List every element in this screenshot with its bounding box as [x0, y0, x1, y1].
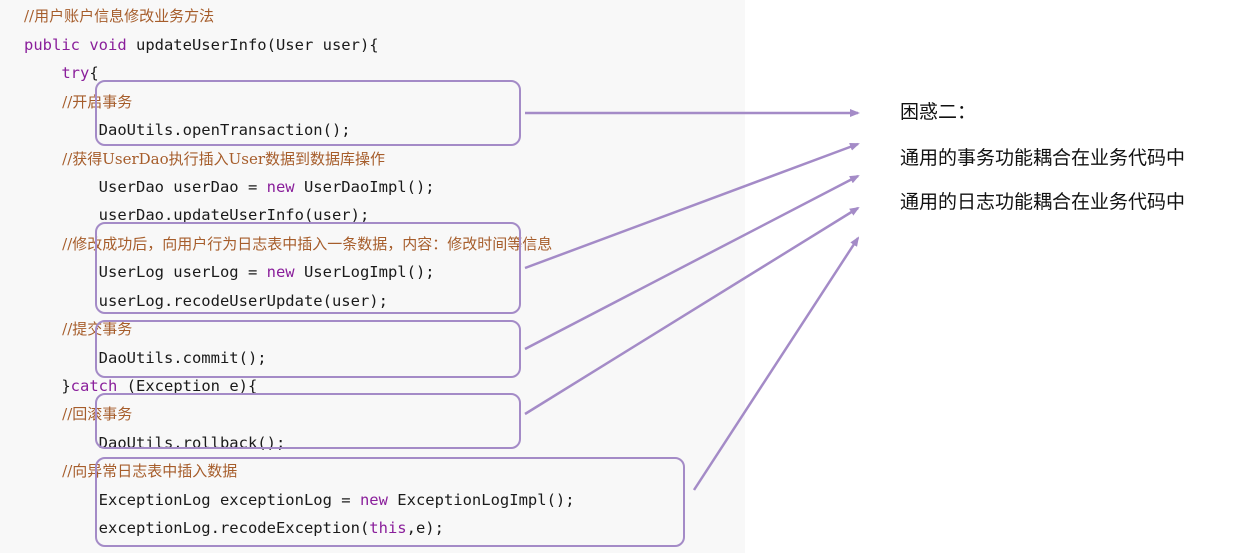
arrow-exception-to-log-item	[692, 236, 860, 491]
arrow-rollback-to-log-item	[524, 206, 860, 416]
arrows-layer	[524, 109, 860, 491]
arrow-commit-to-log-item	[524, 174, 860, 351]
confusion-item-logging: 通用的日志功能耦合在业务代码中	[900, 192, 1186, 213]
arrow-userlog-to-transaction-item	[524, 142, 860, 270]
confusion-title: 困惑二：	[900, 102, 977, 123]
confusion-item-transaction: 通用的事务功能耦合在业务代码中	[900, 148, 1186, 169]
